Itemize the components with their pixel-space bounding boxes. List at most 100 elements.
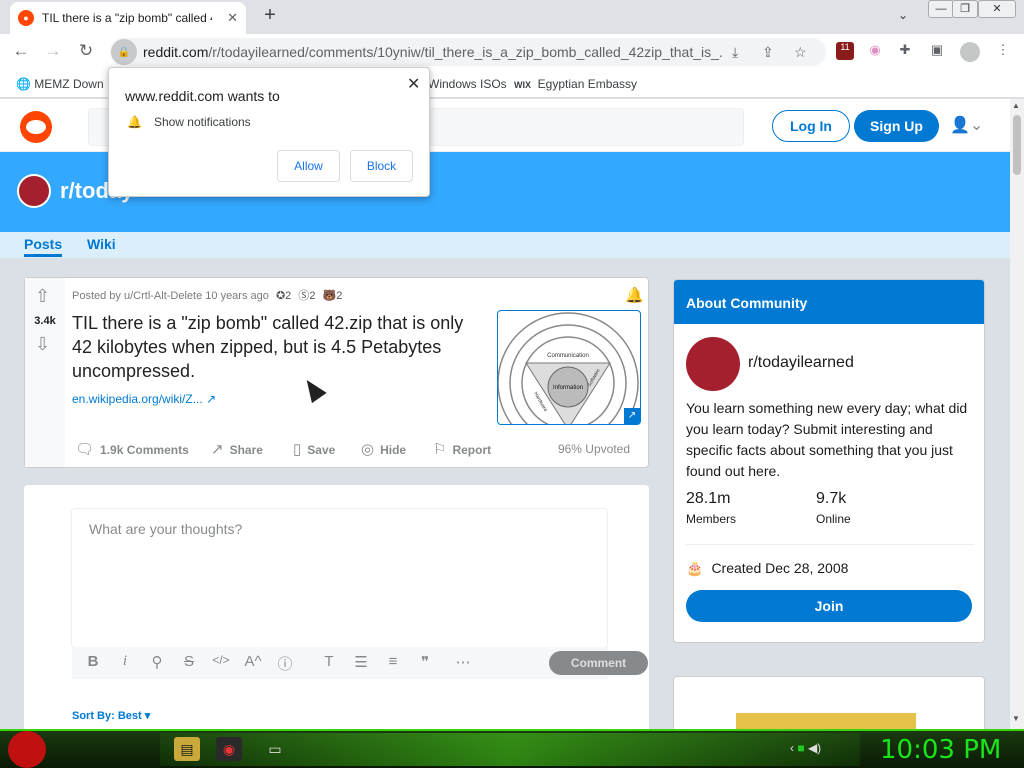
popup-close-icon[interactable]: ✕ xyxy=(407,74,420,94)
user-menu-icon[interactable]: 👤⌄ xyxy=(950,115,983,135)
external-link-icon: ↗ xyxy=(624,408,640,424)
address-bar[interactable]: 🔒 reddit.com/r/todayilearned/comments/10… xyxy=(110,38,826,66)
caret-down-icon: ▾ xyxy=(144,710,151,722)
volume-icon[interactable]: ◀) xyxy=(808,741,821,755)
join-button[interactable]: Join xyxy=(686,590,972,622)
scrollbar-thumb[interactable] xyxy=(1013,115,1021,175)
profile-avatar-icon[interactable] xyxy=(960,42,980,62)
tray-chevron-icon[interactable]: ‹ xyxy=(790,741,794,755)
bookmark-star-icon[interactable]: ☆ xyxy=(794,44,807,61)
spoiler-icon[interactable]: ⓘ xyxy=(274,653,296,674)
taskbar-clock[interactable]: 10:03 PM xyxy=(880,735,1001,765)
report-button[interactable]: ⚐ Report xyxy=(433,440,491,458)
desktop-icon[interactable]: ▭ xyxy=(262,737,288,761)
members-value: 28.1m xyxy=(686,490,731,507)
block-button[interactable]: Block xyxy=(350,150,413,182)
quote-block-icon[interactable]: ❞ xyxy=(414,653,436,671)
thumb-label: Communication xyxy=(547,353,589,359)
forward-arrow-icon[interactable]: → xyxy=(42,41,64,61)
save-button[interactable]: ▯ Save xyxy=(293,440,335,458)
award-icon[interactable]: ✪2 xyxy=(276,290,291,302)
vote-column: ⇧ 3.4k ⇩ xyxy=(25,278,65,467)
start-button-angry-bird-icon[interactable] xyxy=(8,731,46,768)
post-thumbnail[interactable]: Communication Information Hardware Softw… xyxy=(497,310,641,425)
tab-search-chevron-icon[interactable]: ⌄ xyxy=(898,8,908,22)
menu-kebab-icon[interactable]: ⋮ xyxy=(994,42,1012,60)
restore-button[interactable]: ❐ xyxy=(952,0,978,18)
scroll-up-icon[interactable]: ▲ xyxy=(1012,101,1020,110)
inline-code-icon[interactable]: </> xyxy=(210,653,232,667)
comments-button[interactable]: 🗨 1.9k Comments xyxy=(75,440,189,458)
browser-toolbar: ← → ↻ 🔒 reddit.com/r/todayilearned/comme… xyxy=(0,34,1024,70)
share-arrow-icon: ↗ xyxy=(211,441,224,458)
bookmark-windows-isos[interactable]: Windows ISOs xyxy=(428,77,507,91)
downvote-arrow-icon[interactable]: ⇩ xyxy=(35,334,50,355)
notification-bell-icon[interactable]: 🔔 xyxy=(625,286,644,304)
login-button[interactable]: Log In xyxy=(772,110,850,142)
reload-icon[interactable]: ↻ xyxy=(75,41,97,61)
minimize-button[interactable]: — xyxy=(928,0,954,18)
tab-title: TIL there is a "zip bomb" called 4 xyxy=(42,11,212,25)
puzzle-extensions-icon[interactable]: ✚ xyxy=(896,42,914,60)
comment-placeholder: What are your thoughts? xyxy=(89,521,243,537)
scroll-down-icon[interactable]: ▼ xyxy=(1012,714,1020,723)
chrome-icon[interactable]: ◉ xyxy=(216,737,242,761)
divider xyxy=(686,544,974,545)
superscript-icon[interactable]: A^ xyxy=(242,653,264,670)
comment-card: What are your thoughts? B i ⚲ S </> A^ ⓘ… xyxy=(24,485,649,745)
italic-icon[interactable]: i xyxy=(114,653,136,670)
network-icon[interactable]: ■ xyxy=(797,741,804,755)
bulleted-list-icon[interactable]: ☰ xyxy=(350,653,372,671)
heading-icon[interactable]: T xyxy=(318,653,340,670)
members-label: Members xyxy=(686,512,737,526)
extension-badge-icon[interactable]: 11 xyxy=(836,42,854,60)
extension-badge-count: 11 xyxy=(840,42,850,52)
file-explorer-icon[interactable]: ▤ xyxy=(174,737,200,761)
more-options-icon[interactable]: ⋯ xyxy=(452,653,474,671)
award-icon[interactable]: 🐻2 xyxy=(323,290,343,302)
close-window-button[interactable]: ✕ xyxy=(978,0,1016,18)
numbered-list-icon[interactable]: ≡ xyxy=(382,653,404,670)
side-panel-icon[interactable]: ▣ xyxy=(928,42,946,60)
lock-icon[interactable]: 🔒 xyxy=(111,39,137,65)
share-button[interactable]: ↗ Share xyxy=(211,440,263,458)
download-icon[interactable]: ⤓ xyxy=(732,44,738,61)
popup-permission-row: 🔔 Show notifications xyxy=(127,115,251,129)
reddit-logo-icon[interactable] xyxy=(20,111,52,143)
online-stat: 9.7k Online xyxy=(816,490,851,526)
tab-wiki[interactable]: Wiki xyxy=(87,236,116,252)
extension-flag-icon[interactable]: ◉ xyxy=(866,42,884,60)
comment-icon: 🗨 xyxy=(75,441,95,458)
post-external-link[interactable]: en.wikipedia.org/wiki/Z... ↗ xyxy=(72,392,216,406)
tab-posts[interactable]: Posts xyxy=(24,236,63,257)
thumb-label: Information xyxy=(553,385,583,391)
allow-button[interactable]: Allow xyxy=(277,150,340,182)
back-arrow-icon[interactable]: ← xyxy=(10,41,32,61)
award-icon[interactable]: Ⓢ2 xyxy=(298,290,315,302)
bookmark-memz[interactable]: 🌐 MEMZ Down xyxy=(16,77,104,91)
online-label: Online xyxy=(816,512,851,526)
new-tab-button[interactable]: + xyxy=(258,4,282,27)
strikethrough-icon[interactable]: S xyxy=(178,653,200,670)
page-scrollbar[interactable] xyxy=(1010,99,1024,729)
screen: ● TIL there is a "zip bomb" called 4 ✕ +… xyxy=(0,0,1024,768)
link-icon[interactable]: ⚲ xyxy=(146,653,168,671)
sort-by-dropdown[interactable]: Sort By: Best ▾ xyxy=(72,709,150,722)
about-subreddit-name[interactable]: r/todayilearned xyxy=(748,354,854,372)
about-header: About Community xyxy=(674,280,984,324)
about-community-card: About Community r/todayilearned You lear… xyxy=(673,279,985,643)
share-icon[interactable]: ⇪ xyxy=(762,44,774,61)
url-domain: reddit.com xyxy=(143,44,209,60)
post-title[interactable]: TIL there is a "zip bomb" called 42.zip … xyxy=(72,311,482,383)
comment-textarea[interactable]: What are your thoughts? xyxy=(71,508,608,648)
url-path: /r/todayilearned/comments/10yniw/til_the… xyxy=(208,44,723,60)
comment-submit-button[interactable]: Comment xyxy=(549,651,648,675)
signup-button[interactable]: Sign Up xyxy=(854,110,939,142)
browser-tab[interactable]: ● TIL there is a "zip bomb" called 4 ✕ xyxy=(10,2,246,34)
upvote-arrow-icon[interactable]: ⇧ xyxy=(35,286,50,307)
bookmark-icon: ▯ xyxy=(293,441,302,458)
bookmark-egyptian-embassy[interactable]: WIX Egyptian Embassy xyxy=(514,77,637,91)
tab-close-icon[interactable]: ✕ xyxy=(227,10,238,26)
hide-button[interactable]: ◎ Hide xyxy=(361,440,406,458)
bold-icon[interactable]: B xyxy=(82,653,104,670)
